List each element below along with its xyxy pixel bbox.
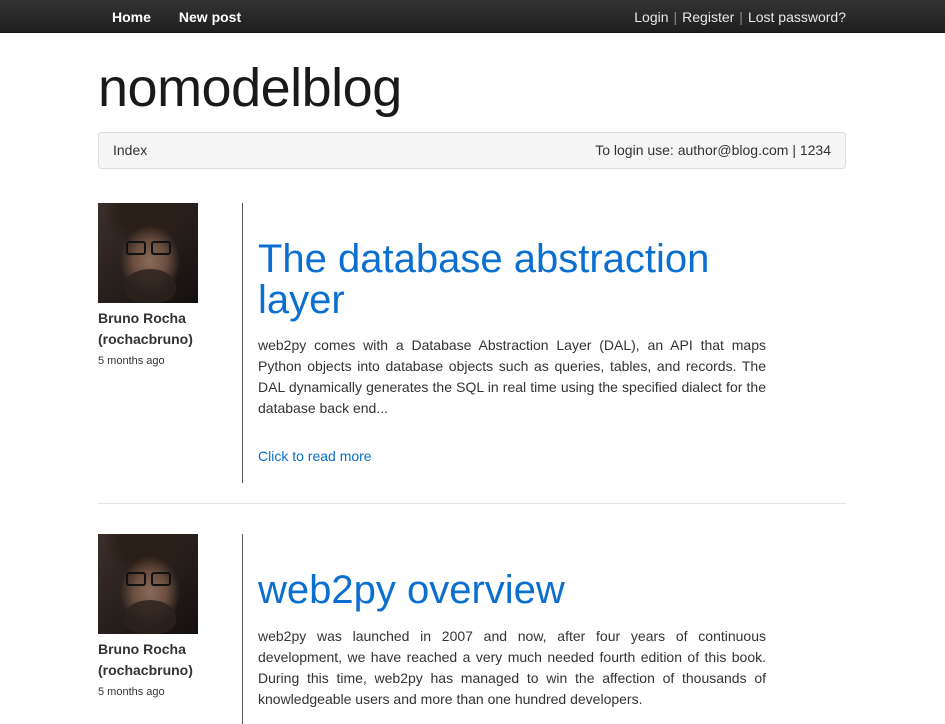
nav-separator: |: [673, 8, 678, 25]
post-divider: [242, 534, 243, 724]
author-full-name: Bruno Rocha: [98, 641, 186, 657]
post-divider: [242, 203, 243, 483]
login-hint: To login use: author@blog.com | 1234: [595, 142, 831, 158]
breadcrumb: Index To login use: author@blog.com | 12…: [98, 132, 846, 169]
post-item: Bruno Rocha (rochacbruno) 5 months ago T…: [98, 203, 846, 483]
post-time-ago: 5 months ago: [98, 686, 165, 698]
nav-left-group: Home New post: [98, 0, 255, 33]
site-title[interactable]: nomodelblog: [98, 58, 402, 118]
author-avatar: [98, 203, 198, 303]
breadcrumb-index-link[interactable]: Index: [113, 142, 147, 158]
register-link[interactable]: Register: [682, 9, 734, 25]
author-full-name: Bruno Rocha: [98, 310, 186, 326]
read-more-link[interactable]: Click to read more: [258, 448, 372, 464]
author-name: Bruno Rocha (rochacbruno): [98, 308, 228, 350]
nav-separator: |: [739, 8, 743, 25]
nav-auth-group: Login | Register | Lost password?: [634, 0, 846, 33]
nav-home-link[interactable]: Home: [98, 9, 165, 25]
post-title-link[interactable]: web2py overview: [258, 570, 768, 611]
author-name: Bruno Rocha (rochacbruno): [98, 639, 228, 681]
top-navbar: Home New post Login | Register | Lost pa…: [0, 0, 945, 33]
post-time-ago: 5 months ago: [98, 355, 165, 367]
lost-password-link[interactable]: Lost password?: [748, 9, 846, 25]
nav-new-post-link[interactable]: New post: [165, 9, 255, 25]
post-excerpt: web2py was launched in 2007 and now, aft…: [258, 628, 766, 707]
author-avatar: [98, 534, 198, 634]
login-link[interactable]: Login: [634, 9, 668, 25]
author-handle: (rochacbruno): [98, 662, 193, 678]
post-title-link[interactable]: The database abstraction layer: [258, 239, 768, 321]
author-handle: (rochacbruno): [98, 331, 193, 347]
post-item: Bruno Rocha (rochacbruno) 5 months ago w…: [98, 534, 846, 724]
post-separator: [98, 503, 846, 504]
post-excerpt: web2py comes with a Database Abstraction…: [258, 337, 766, 416]
